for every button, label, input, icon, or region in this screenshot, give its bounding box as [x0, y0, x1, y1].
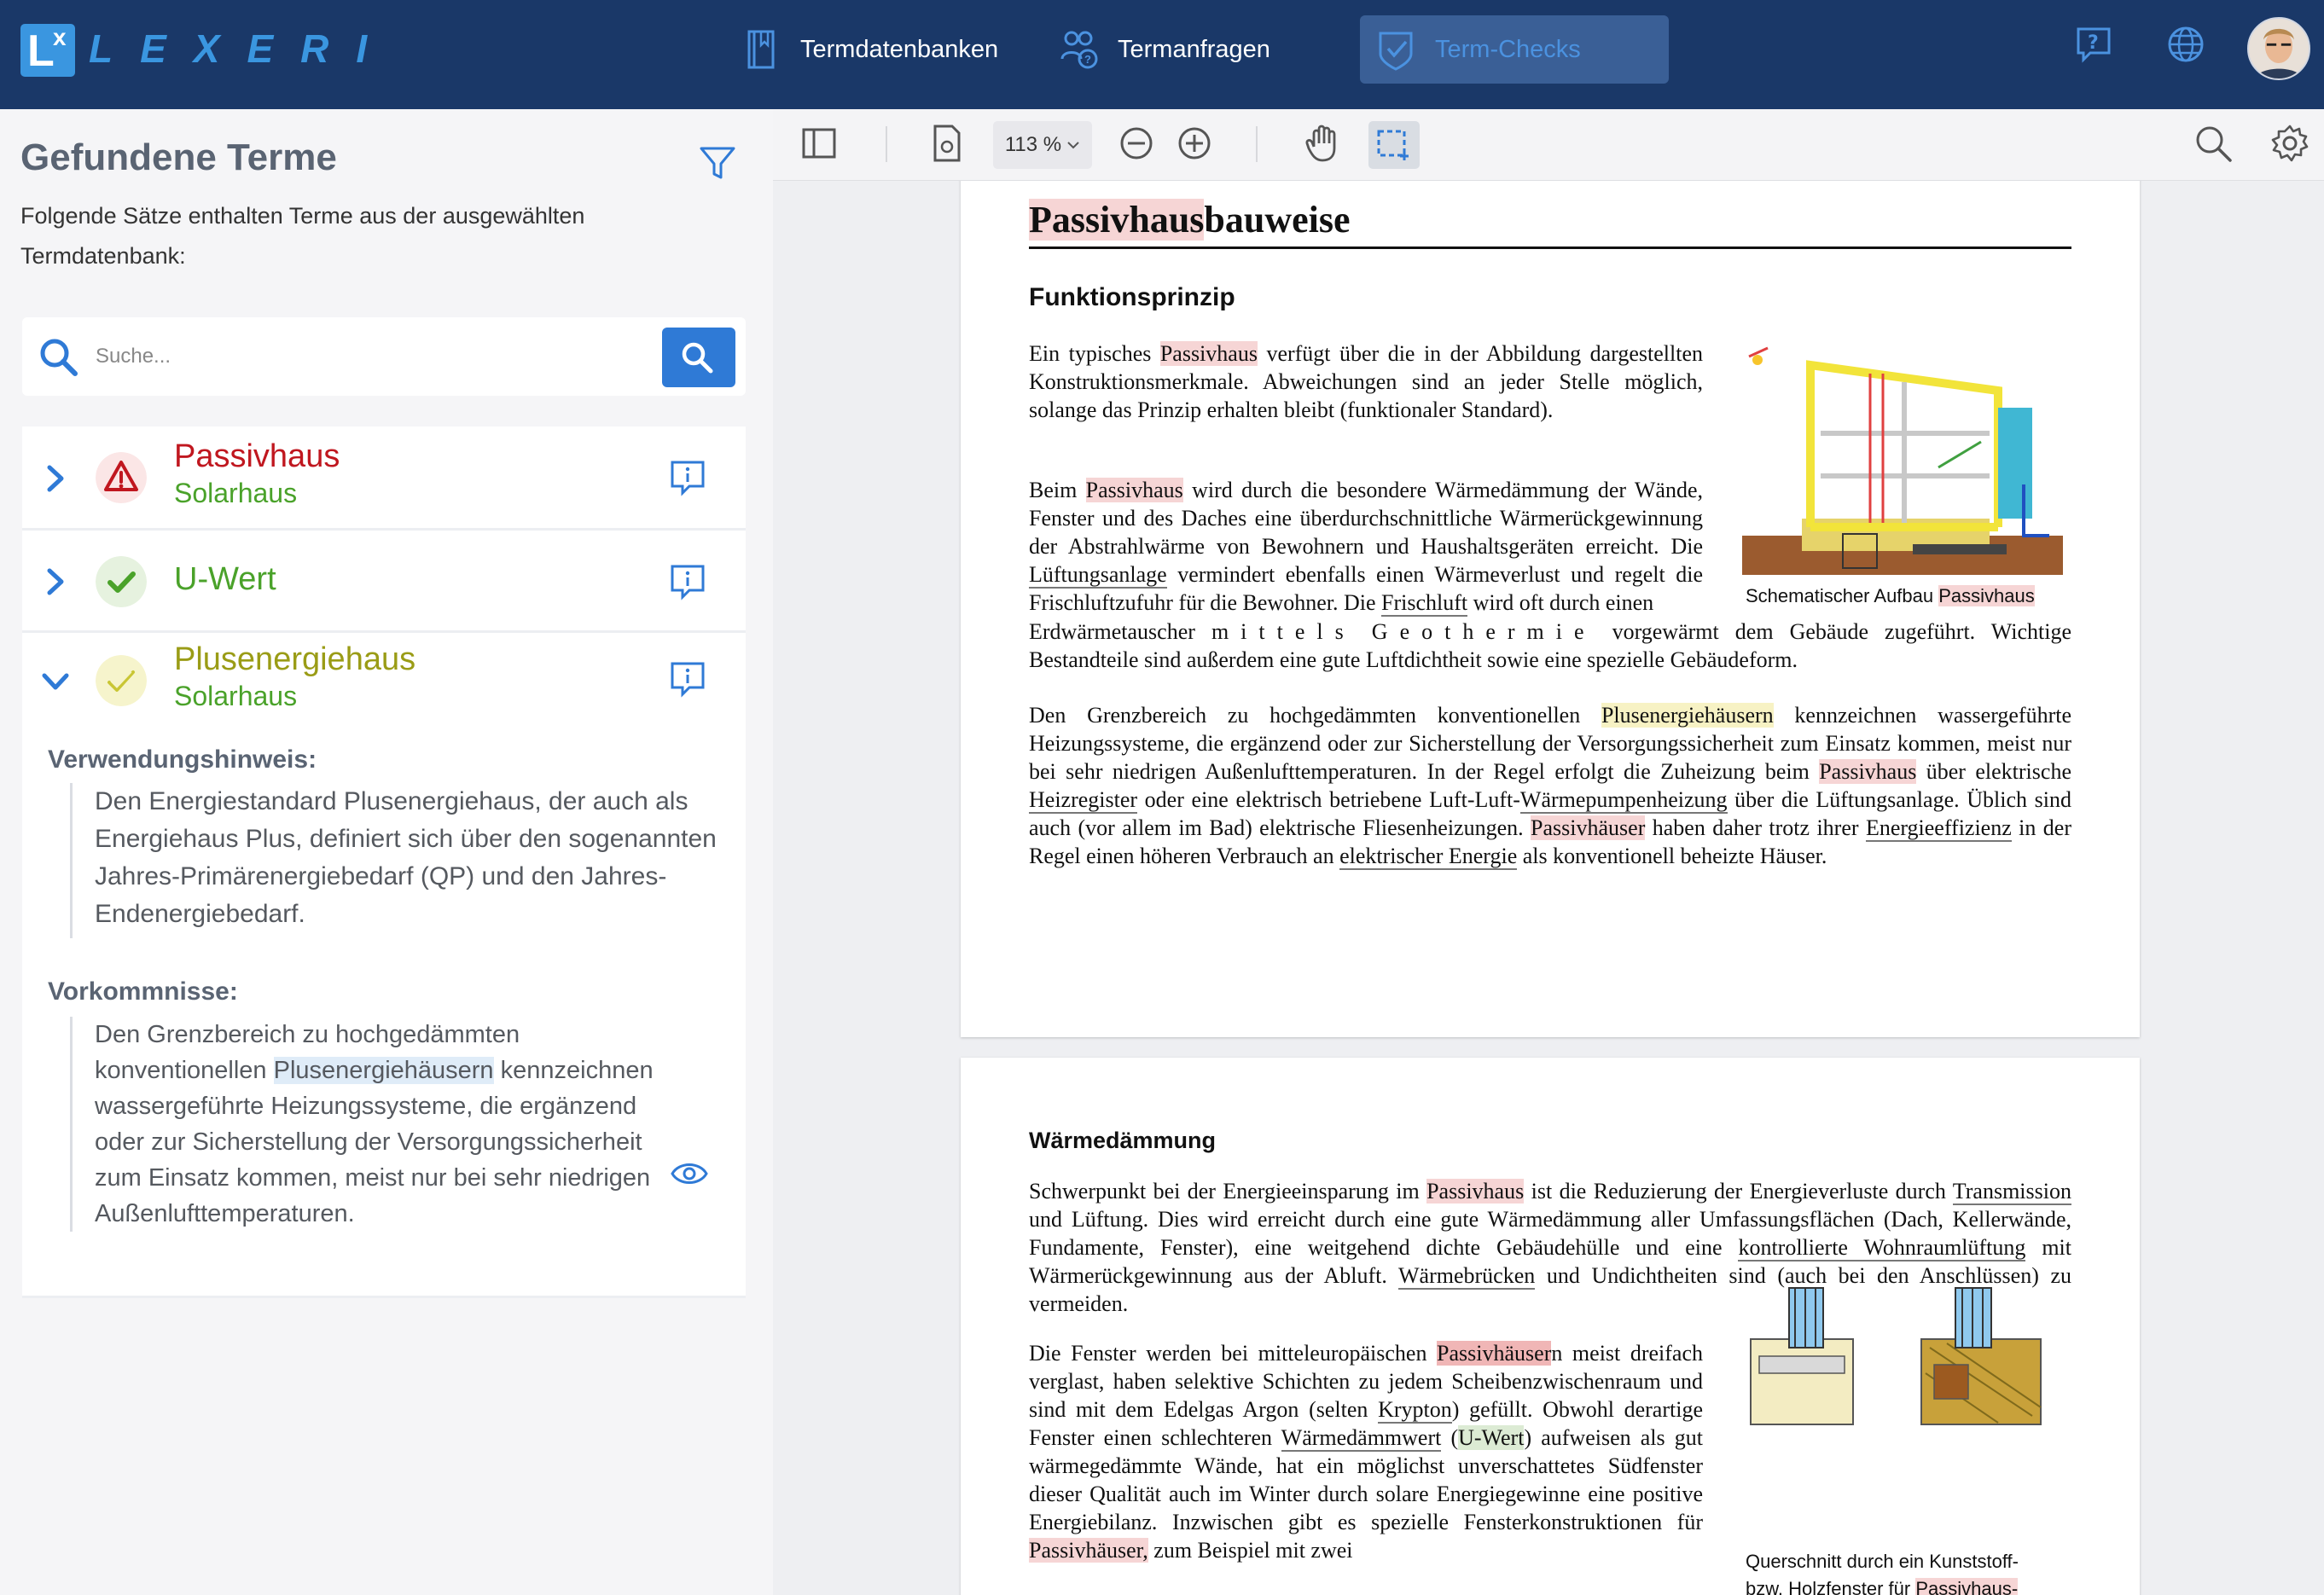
logo-mark: Lx	[20, 24, 75, 77]
panel-description: Folgende Sätze enthalten Terme aus der a…	[20, 203, 585, 269]
nav-term-checks-label: Term-Checks	[1435, 35, 1581, 63]
sidebar-toggle-icon[interactable]	[799, 123, 840, 164]
term-highlight[interactable]: Passivhäuser,	[1029, 1538, 1148, 1563]
term-row-passivhaus[interactable]: Passivhaus Solarhaus	[22, 426, 746, 531]
term-row-u-wert[interactable]: U-Wert	[22, 531, 746, 633]
chevron-down-icon[interactable]	[41, 667, 70, 696]
term-highlight[interactable]: Passivhaus	[1938, 585, 2035, 606]
globe-icon[interactable]	[2165, 24, 2206, 65]
window-cross-section-image	[1750, 1287, 2042, 1425]
chevron-right-icon[interactable]	[41, 567, 70, 596]
panel-title: Gefundene Terme	[20, 136, 337, 178]
info-icon[interactable]	[669, 459, 706, 496]
term-highlight[interactable]: Passivhaus	[1426, 1179, 1525, 1204]
term-highlight[interactable]: Passivhaus	[1085, 478, 1183, 502]
usage-note-text: Den Energiestandard Plusenergiehaus, der…	[70, 783, 718, 938]
occurrence-highlight: Plusenergiehäusern	[273, 1057, 494, 1084]
term-highlight[interactable]: Passivhaus	[1159, 341, 1258, 366]
chevron-right-icon[interactable]	[41, 464, 70, 493]
search-button-icon	[682, 342, 713, 374]
term-highlight[interactable]: Passivhaus	[1029, 199, 1205, 241]
eye-icon[interactable]	[671, 1160, 708, 1187]
term-highlight[interactable]: Passivhaus	[1819, 759, 1917, 784]
document-viewer[interactable]: Passivhausbauweise Funktionsprinzip Ein …	[773, 181, 2324, 1595]
search-box	[22, 317, 746, 396]
figure-caption: Querschnitt durch ein Kunststoff-	[1746, 1551, 2019, 1572]
book-icon	[747, 30, 775, 69]
found-terms-panel: Gefundene Terme Folgende Sätze enthalten…	[0, 109, 773, 1595]
info-icon[interactable]	[669, 660, 706, 698]
paragraph: Den Grenzbereich zu hochgedämmten konven…	[1029, 703, 2071, 870]
heading-waermedaemmung: Wärmedämmung	[1029, 1128, 1217, 1153]
nav-termdatenbanken-label: Termdatenbanken	[800, 35, 999, 63]
caption-text: Schematischer Aufbau	[1746, 585, 1939, 606]
paragraph: Beim Passivhaus wird durch die besondere…	[1029, 478, 1703, 617]
users-question-icon: ?	[1060, 31, 1098, 69]
shield-check-icon	[1379, 32, 1413, 71]
heading-funktionsprinzip: Funktionsprinzip	[1029, 283, 1235, 311]
logo-text: LEXERI	[89, 26, 395, 71]
occurrence-text[interactable]: Den Grenzbereich zu hochgedämmten konven…	[70, 1017, 667, 1232]
term-highlight[interactable]: U-Wert	[1458, 1425, 1525, 1450]
nav-termdatenbanken[interactable]: Termdatenbanken	[725, 15, 1015, 84]
gear-icon[interactable]	[2269, 123, 2310, 164]
search-input[interactable]	[96, 334, 676, 379]
hand-tool-icon[interactable]	[1302, 123, 1343, 164]
document-toolbar: 113 %	[773, 109, 2324, 181]
avatar[interactable]	[2247, 17, 2310, 80]
zoom-out-icon[interactable]	[1116, 123, 1157, 164]
term-highlight[interactable]: Passivhäuser	[1531, 815, 1646, 840]
page-view-icon[interactable]	[927, 123, 967, 164]
usage-note-title: Verwendungshinweis:	[48, 745, 317, 774]
term-highlight[interactable]: Plusenergiehäusern	[1601, 703, 1774, 728]
zoom-select[interactable]: 113 %	[993, 121, 1092, 169]
term-highlight[interactable]: Passivhäuser	[1437, 1341, 1552, 1366]
term-name: Plusenergiehaus	[174, 641, 416, 677]
search-button[interactable]	[662, 328, 735, 387]
svg-text:?: ?	[2088, 32, 2099, 54]
marquee-select-icon[interactable]	[1368, 121, 1420, 169]
term-synonym: Solarhaus	[174, 681, 298, 711]
term-row-plusenergiehaus[interactable]: Plusenergiehaus Solarhaus Verwendungshin…	[22, 633, 746, 1298]
zoom-in-icon[interactable]	[1174, 123, 1215, 164]
document-page-2: Wärmedämmung Schwerpunkt bei der Energie…	[961, 1058, 2140, 1595]
check-icon	[96, 556, 147, 607]
nav-termanfragen[interactable]: ? Termanfragen	[1043, 15, 1287, 84]
term-name: U-Wert	[174, 561, 276, 597]
check-outline-icon	[96, 655, 147, 706]
svg-text:?: ?	[1084, 53, 1091, 66]
toolbar-separator	[1256, 126, 1258, 162]
title-rest: bauweise	[1204, 199, 1351, 241]
document-page-1: Passivhausbauweise Funktionsprinzip Ein …	[961, 181, 2140, 1037]
house-diagram-image	[1742, 346, 2063, 575]
document-title: Passivhausbauweise	[1029, 198, 2071, 249]
term-list: Passivhaus Solarhaus U-Wert Plusenergieh…	[22, 426, 746, 1298]
help-icon[interactable]: ?	[2073, 24, 2114, 65]
occurrences-title: Vorkommnisse:	[48, 977, 238, 1006]
info-icon[interactable]	[669, 563, 706, 600]
zoom-value: 113 %	[1004, 133, 1062, 156]
figure-caption: Schematischer Aufbau Passivhaus	[1746, 585, 2035, 607]
nav-termanfragen-label: Termanfragen	[1118, 35, 1270, 63]
top-bar: Lx LEXERI Termdatenbanken ? Termanfragen…	[0, 0, 2324, 109]
figure-caption: bzw. Holzfenster für Passivhaus-	[1746, 1578, 2019, 1595]
lexeri-logo[interactable]: Lx LEXERI	[20, 24, 367, 77]
chevron-down-icon	[1067, 142, 1079, 149]
term-synonym: Solarhaus	[174, 478, 298, 508]
toolbar-separator	[886, 126, 887, 162]
warning-icon	[96, 452, 147, 503]
paragraph: Die Fenster werden bei mitteleuropäische…	[1029, 1341, 1703, 1563]
filter-icon[interactable]	[698, 143, 737, 183]
search-icon	[40, 339, 78, 376]
nav-term-checks[interactable]: Term-Checks	[1360, 15, 1669, 84]
paragraph: Erdwärmetauscher mittels Geothermie vorg…	[1029, 619, 2071, 672]
term-name: Passivhaus	[174, 438, 340, 474]
caption-text: bzw. Holzfenster für	[1746, 1578, 1916, 1595]
avatar-image	[2249, 19, 2309, 78]
term-highlight[interactable]: Passivhaus-	[1915, 1578, 2019, 1595]
paragraph: Ein typisches Passivhaus verfügt über di…	[1029, 341, 1703, 422]
search-document-icon[interactable]	[2193, 123, 2234, 164]
